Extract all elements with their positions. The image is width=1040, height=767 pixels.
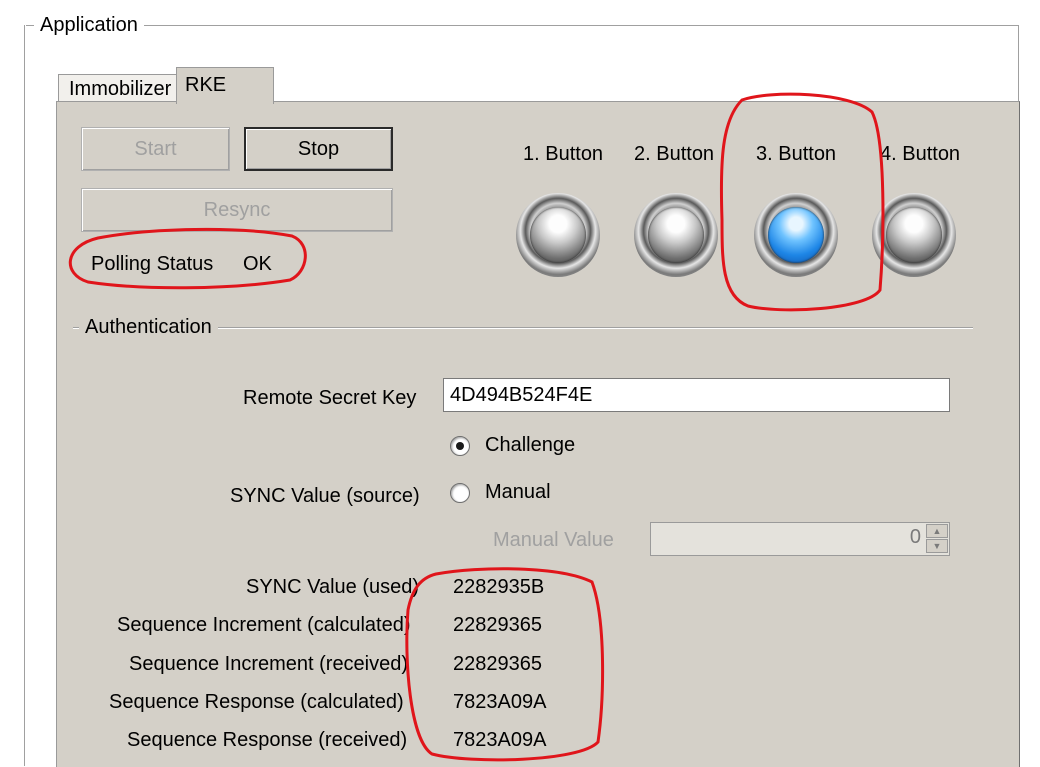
tab-immobilizer[interactable]: Immobilizer [58,74,178,103]
resync-button[interactable]: Resync [81,188,393,232]
manual-value-display: 0 [909,526,921,548]
challenge-radio-label: Challenge [485,434,576,456]
stepper-down-icon[interactable]: ▼ [926,539,948,553]
manual-radio-label: Manual [485,481,551,503]
sync-used-value: 2282935B [453,576,545,598]
tab-rke-label: RKE [185,74,227,96]
seq-inc-received-value: 22829365 [453,653,542,675]
button-4-led-core [886,207,942,263]
button-1-label: 1. Button [523,143,604,165]
manual-value-label: Manual Value [493,529,614,551]
button-3-led-core [768,207,824,263]
seq-resp-calculated-label: Sequence Response (calculated) [109,691,404,713]
application-group-left-line [24,25,26,766]
button-4-label: 4. Button [880,143,961,165]
button-1-led-indicator [516,193,600,277]
button-1-led-core [530,207,586,263]
remote-secret-key-input[interactable] [443,378,950,412]
button-2-led-indicator [634,193,718,277]
polling-status-value: OK [243,253,272,275]
tab-rke[interactable]: RKE [176,67,274,104]
seq-resp-calculated-value: 7823A09A [453,691,547,713]
seq-inc-received-label: Sequence Increment (received) [129,653,409,675]
stepper-up-icon[interactable]: ▲ [926,524,948,538]
manual-value-arrows[interactable]: ▲ ▼ [926,524,948,554]
polling-status-label: Polling Status [91,253,214,275]
manual-radio[interactable] [450,483,470,503]
application-group-top-line [24,25,1018,27]
button-2-led-core [648,207,704,263]
manual-value-stepper[interactable]: 0 ▲ ▼ [650,522,950,556]
remote-secret-key-label: Remote Secret Key [243,387,417,409]
button-3-label: 3. Button [756,143,837,165]
seq-inc-calculated-label: Sequence Increment (calculated) [117,614,411,636]
seq-resp-received-label: Sequence Response (received) [127,729,408,751]
rke-tab-page: Start Stop Resync Polling Status OK 1. B… [56,101,1020,767]
application-group-label: Application [34,14,144,37]
seq-resp-received-value: 7823A09A [453,729,547,751]
authentication-group-label: Authentication [79,316,218,339]
button-4-led-indicator [872,193,956,277]
challenge-radio[interactable] [450,436,470,456]
sync-source-label: SYNC Value (source) [230,485,420,507]
sync-used-label: SYNC Value (used) [246,576,420,598]
tab-immobilizer-label: Immobilizer [69,78,172,100]
seq-inc-calculated-value: 22829365 [453,614,542,636]
button-3-led-indicator [754,193,838,277]
start-button[interactable]: Start [81,127,230,171]
application-window: Application Immobilizer RKE Start Stop R… [0,0,1040,767]
stop-button[interactable]: Stop [244,127,393,171]
button-2-label: 2. Button [634,143,715,165]
